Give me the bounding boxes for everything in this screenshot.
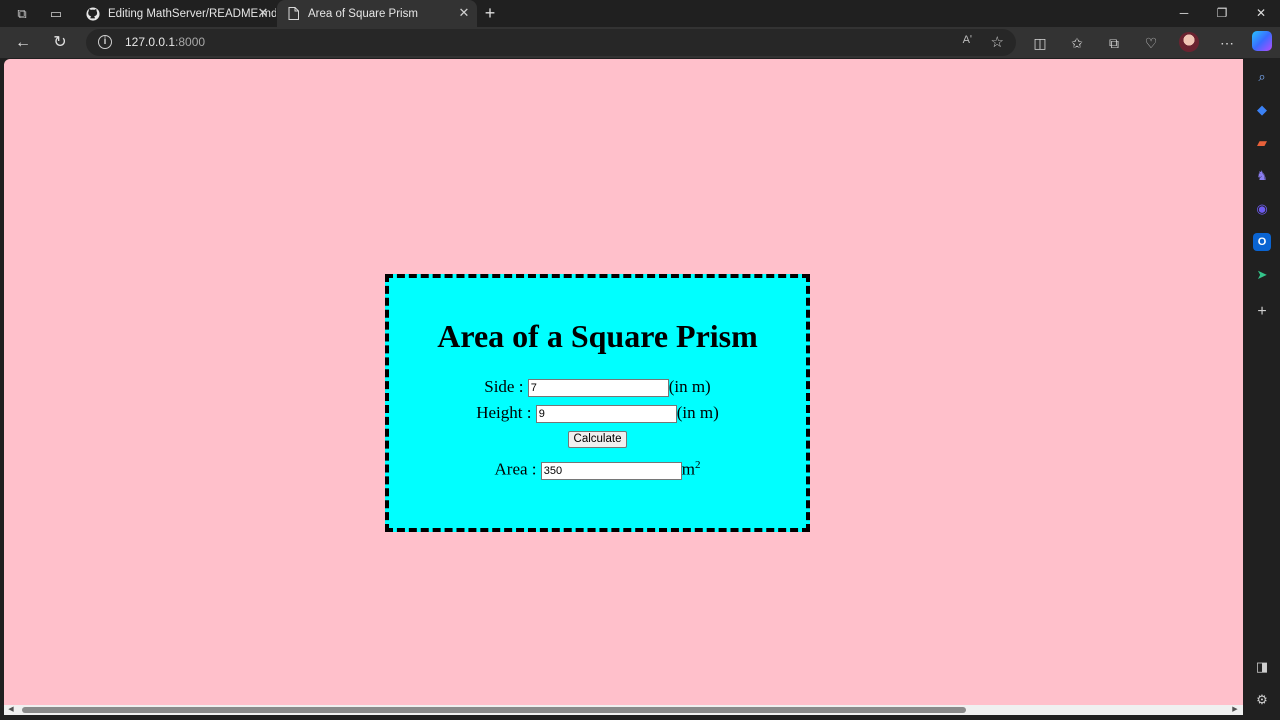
collections-icon[interactable]: ⧉ [1104,33,1124,53]
send-icon[interactable]: ➤ [1253,266,1271,284]
browser-essentials-icon[interactable]: ♡ [1141,33,1161,53]
tab-area-of-square-prism[interactable]: Area of Square Prism ✕ [277,0,477,27]
scrollbar-thumb[interactable] [22,707,966,713]
refresh-icon[interactable]: ↻ [50,33,70,53]
height-label: Height : [476,403,532,422]
workspaces-icon[interactable]: ⧉ [14,6,30,22]
read-aloud-icon[interactable]: Aʹ [963,34,972,46]
height-input[interactable] [535,405,677,424]
page-viewport: Area of a Square Prism Side : (in m) Hei… [4,59,1243,715]
tools-icon[interactable]: ▰ [1253,134,1271,152]
tab-editing-readme[interactable]: Editing MathServer/README.md ✕ [78,0,276,27]
area-unit: m [681,459,695,479]
favorites-icon[interactable]: ✩ [1067,33,1087,53]
minimize-icon[interactable]: ─ [1174,4,1194,22]
copilot-sidebar-icon[interactable]: ◉ [1253,200,1271,218]
close-tab-icon[interactable]: ✕ [457,6,471,20]
favorite-star-icon[interactable]: ☆ [991,33,1004,51]
url-text[interactable]: 127.0.0.1:8000 [125,35,205,49]
side-unit: (in m) [668,377,711,396]
sidebar-settings-icon[interactable]: ⚙ [1253,691,1271,709]
height-row: Height : (in m) [389,403,806,429]
side-row: Side : (in m) [389,377,806,403]
github-icon [86,6,100,21]
tab-actions-icon[interactable]: ▭ [48,6,64,22]
side-label: Side : [484,377,524,396]
side-input[interactable] [527,379,669,398]
back-icon[interactable]: ← [13,33,33,53]
search-icon[interactable]: ⌕ [1253,68,1271,86]
scroll-right-icon[interactable]: ▶ [1231,706,1239,714]
close-tab-icon[interactable]: ✕ [256,6,270,20]
edge-sidebar: ⌕ ◆ ▰ ♞ ◉ O ➤ + ◨ ⚙ [1244,58,1280,720]
browser-toolbar: ← ↻ i 127.0.0.1:8000 Aʹ ☆ ◫ ✩ ⧉ ♡ ⋯ [0,27,1280,58]
address-bar[interactable]: i 127.0.0.1:8000 Aʹ ☆ [86,29,1016,56]
new-tab-icon[interactable]: + [481,4,499,22]
hide-sidebar-icon[interactable]: ◨ [1253,658,1271,676]
add-sidebar-app-icon[interactable]: + [1253,303,1271,321]
close-window-icon[interactable]: ✕ [1251,4,1271,22]
split-screen-icon[interactable]: ◫ [1030,33,1050,53]
calculator-card: Area of a Square Prism Side : (in m) Hei… [385,274,810,532]
area-label: Area : [494,459,537,479]
title-bar: ⧉ ▭ Editing MathServer/README.md ✕ Area … [0,0,1280,27]
games-icon[interactable]: ♞ [1253,167,1271,185]
site-info-icon[interactable]: i [98,35,112,49]
button-row: Calculate [389,429,806,455]
calculate-button[interactable]: Calculate [567,430,628,448]
area-row: Area : m2 [389,455,806,481]
more-options-icon[interactable]: ⋯ [1217,33,1237,53]
tab-title: Area of Square Prism [308,7,418,20]
horizontal-scrollbar[interactable]: ◀ ▶ [4,705,1243,715]
outlook-icon[interactable]: O [1253,233,1271,251]
page-title: Area of a Square Prism [437,318,758,354]
page-icon [286,7,300,21]
shopping-tag-icon[interactable]: ◆ [1253,101,1271,119]
tab-title: Editing MathServer/README.md [108,7,276,20]
scroll-left-icon[interactable]: ◀ [7,706,15,714]
area-output[interactable] [540,461,682,480]
profile-avatar[interactable] [1179,32,1199,52]
maximize-icon[interactable]: ❐ [1212,4,1232,22]
copilot-icon[interactable] [1252,31,1272,51]
area-unit-exponent: 2 [695,459,701,471]
height-unit: (in m) [676,403,719,422]
